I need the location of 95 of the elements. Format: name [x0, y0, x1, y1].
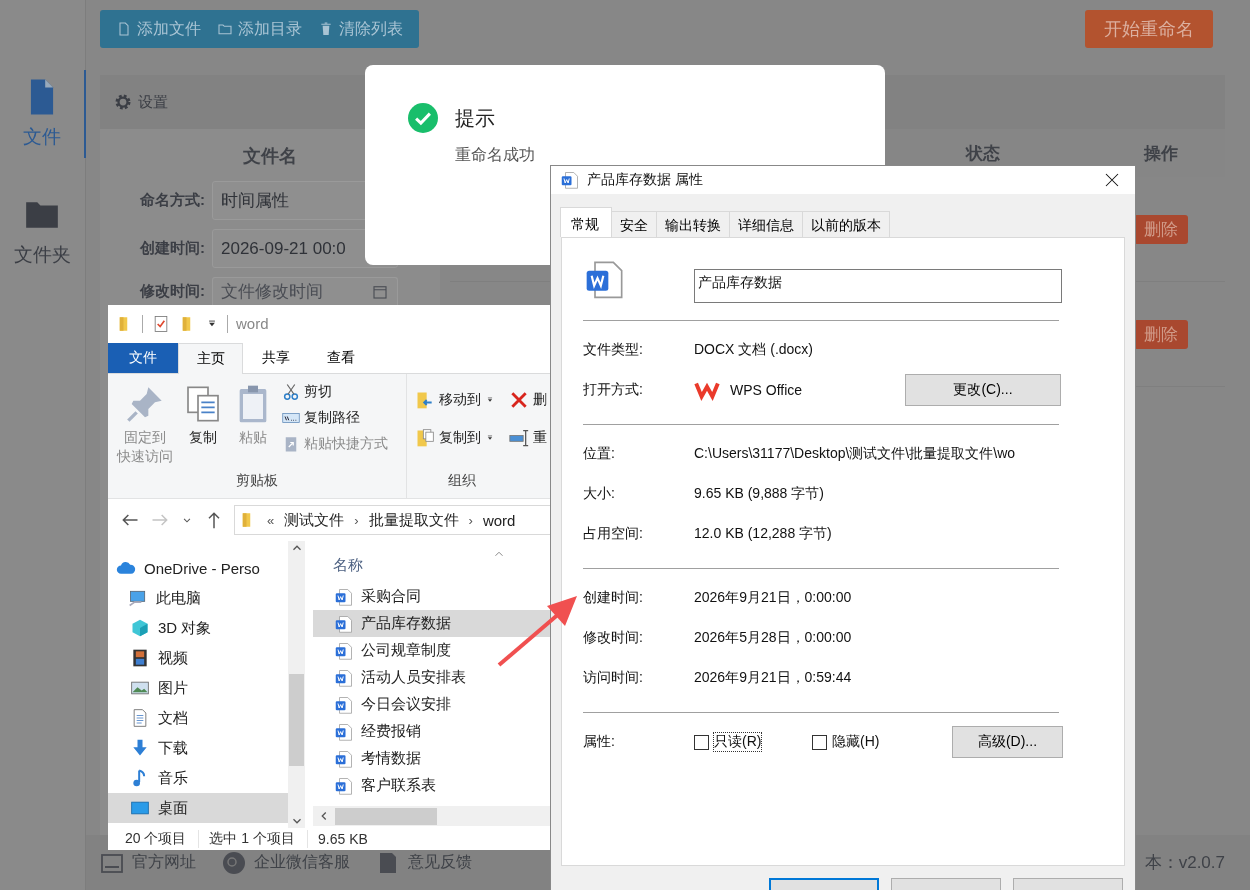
settings-icon	[114, 93, 132, 111]
property-label: 位置:	[583, 445, 616, 463]
rename-icon	[509, 427, 530, 448]
dialog-message: 重命名成功	[455, 145, 535, 165]
ribbon-button[interactable]: 复制	[180, 379, 226, 473]
nav-item[interactable]: 桌面	[108, 793, 288, 824]
property-value: 2026年9月21日，0:59:44	[694, 669, 853, 687]
name-field[interactable]: 产品库存数据	[694, 269, 1062, 303]
advanced-button[interactable]: 高级(D)...	[952, 726, 1063, 758]
ribbon-tab[interactable]: 共享	[243, 342, 308, 373]
cube-icon	[130, 618, 150, 639]
property-label: 大小:	[583, 485, 616, 503]
status-text: 9.65 KB	[318, 831, 368, 848]
word-file-icon	[585, 259, 625, 299]
ribbon-button[interactable]: 删	[507, 387, 552, 412]
computer-icon	[128, 588, 148, 609]
file-menu-tab[interactable]: 文件	[108, 342, 178, 373]
panel-title: 设置	[138, 92, 168, 112]
section-title: 文件名	[242, 145, 298, 168]
word-file-icon	[335, 722, 353, 741]
column-header[interactable]: 名称	[333, 556, 363, 584]
property-value: 2026年9月21日，0:00:00	[694, 589, 853, 607]
word-file-icon	[335, 587, 353, 606]
folder-icon	[217, 21, 233, 37]
scissors-icon	[282, 382, 300, 401]
word-file-icon	[335, 776, 353, 795]
nav-item[interactable]: 3D 对象	[108, 613, 288, 644]
property-value: 12.0 KB (12,288 字节)	[694, 525, 833, 543]
property-value: 2026年5月28日，0:00:00	[694, 629, 853, 647]
field-label: 创建时间:	[139, 239, 205, 258]
nav-item[interactable]: 视频	[108, 643, 288, 674]
breadcrumb[interactable]: 批量提取文件	[368, 510, 459, 530]
field-label: 命名方式:	[139, 191, 205, 210]
property-label: 属性:	[583, 733, 616, 751]
nav-item[interactable]: 文档	[108, 703, 288, 734]
group-label: 剪贴板	[235, 472, 279, 491]
ribbon-button[interactable]: 剪切	[280, 379, 390, 404]
folder-pages-icon	[415, 427, 435, 448]
column-header: 操作	[1142, 142, 1179, 165]
column-header: 状态	[964, 142, 1001, 165]
property-label: 访问时间:	[583, 669, 644, 687]
property-value: DOCX 文档 (.docx)	[694, 341, 814, 359]
status-text: 选中 1 个项目	[209, 830, 309, 849]
property-value: 9.65 KB (9,888 字节)	[694, 485, 825, 503]
dialog-title: 提示	[455, 105, 495, 131]
word-file-icon	[335, 668, 353, 687]
check-icon	[408, 103, 438, 133]
word-file-icon	[335, 641, 353, 660]
nav-item[interactable]: 下载	[108, 733, 288, 764]
dialog-tab[interactable]: 以前的版本	[802, 211, 890, 237]
breadcrumb[interactable]: 测试文件	[284, 510, 345, 530]
checkbox[interactable]	[694, 734, 709, 750]
property-label: 占用空间:	[583, 525, 644, 543]
checkbox-label[interactable]: 隐藏(H)	[832, 733, 880, 751]
film-icon	[130, 648, 150, 669]
property-label: 修改时间:	[583, 629, 644, 647]
property-label: 创建时间:	[583, 589, 644, 607]
word-file-icon	[335, 614, 353, 633]
ribbon-button[interactable]: 复制路径	[280, 405, 390, 430]
delete-icon	[509, 389, 530, 410]
word-file-icon	[335, 749, 353, 768]
nav-item[interactable]: 音乐	[108, 763, 288, 794]
chat-icon	[222, 850, 246, 875]
checkbox[interactable]	[812, 734, 827, 750]
ribbon-button[interactable]: 移动到	[413, 387, 500, 412]
status-text: 20 个项目	[125, 830, 200, 849]
word-file-icon	[561, 171, 579, 189]
breadcrumb[interactable]: word	[482, 511, 516, 529]
window-title: 产品库存数据 属性	[587, 171, 704, 189]
field-label: 修改时间:	[138, 281, 205, 301]
ribbon-tab[interactable]: 主页	[178, 342, 243, 374]
version-text: 本：v2.0.7	[1144, 852, 1225, 874]
scrollbar[interactable]	[288, 541, 305, 829]
nav-item[interactable]: 图片	[108, 673, 288, 704]
dialog-tab[interactable]: 常规	[560, 207, 612, 237]
property-value: WPS Office	[730, 382, 803, 398]
close-icon	[1103, 171, 1121, 189]
word-file-icon	[335, 695, 353, 714]
property-value: C:\Users\31177\Desktop\测试文件\批量提取文件\wo	[694, 445, 1017, 463]
nav-item[interactable]: 此电脑	[108, 583, 288, 614]
group-label: 组织	[447, 472, 478, 491]
property-label: 打开方式:	[583, 381, 644, 399]
property-label: 文件类型:	[583, 341, 644, 359]
chevron-icon[interactable]: ›	[354, 512, 359, 528]
chevron-icon[interactable]: ›	[468, 512, 473, 528]
checkbox-label[interactable]: 只读(R)	[714, 733, 762, 751]
ribbon-tab[interactable]: 查看	[308, 342, 373, 373]
change-button[interactable]: 更改(C)...	[905, 374, 1061, 406]
overflow-icon[interactable]: «	[267, 512, 275, 528]
file-icon	[116, 21, 132, 37]
trash-icon	[318, 21, 334, 37]
ribbon-button[interactable]: 重	[507, 425, 552, 450]
ribbon-button[interactable]: 复制到	[413, 425, 500, 450]
nav-item[interactable]: OneDrive - Perso	[108, 553, 288, 584]
window-title: word	[236, 315, 269, 333]
